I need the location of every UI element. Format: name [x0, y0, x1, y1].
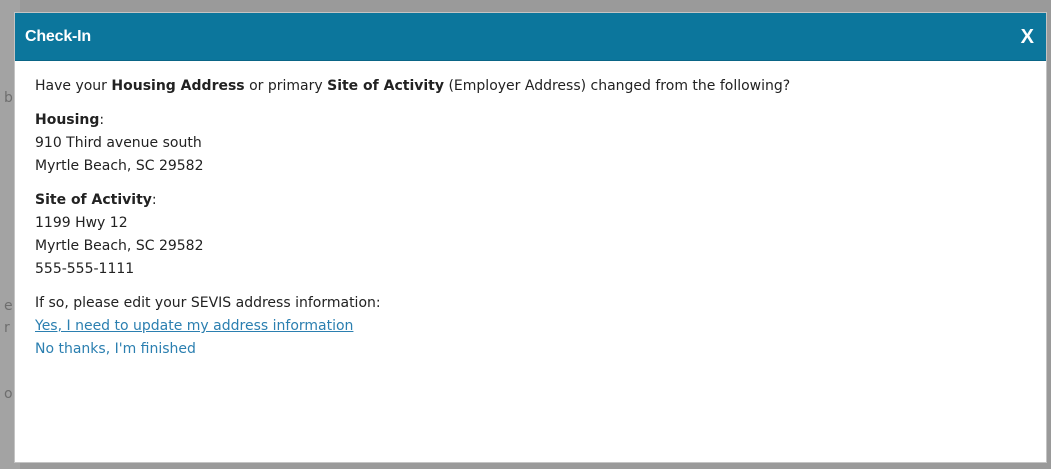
housing-section: Housing: 910 Third avenue south Myrtle B…: [35, 109, 1046, 178]
site-label: Site of Activity: [35, 192, 152, 208]
site-colon: :: [151, 192, 157, 208]
site-heading: Site of Activity:: [35, 189, 1046, 212]
address-question: Have your Housing Address or primary Sit…: [35, 75, 1046, 98]
housing-address-line: 910 Third avenue south: [35, 135, 202, 151]
housing-colon: :: [99, 112, 105, 128]
housing-address-line: Myrtle Beach, SC 29582: [35, 158, 204, 174]
background-text-fragment: e: [4, 298, 13, 314]
background-text-fragment: b: [4, 90, 13, 106]
housing-address-term: Housing Address: [111, 78, 245, 94]
dialog-content: Have your Housing Address or primary Sit…: [15, 61, 1046, 361]
site-phone-line: 555-555-1111: [35, 261, 135, 277]
background-text-fragment: o: [4, 386, 13, 402]
dialog-titlebar: Check-In X: [15, 13, 1046, 61]
site-address-line: 1199 Hwy 12: [35, 215, 128, 231]
instruction-text: If so, please edit your SEVIS address in…: [35, 295, 381, 311]
housing-heading: Housing:: [35, 109, 1046, 132]
check-in-dialog: Check-In X Have your Housing Address or …: [14, 12, 1047, 463]
close-button[interactable]: X: [1015, 25, 1040, 49]
site-address-line: Myrtle Beach, SC 29582: [35, 238, 204, 254]
site-of-activity-section: Site of Activity: 1199 Hwy 12 Myrtle Bea…: [35, 189, 1046, 281]
question-suffix: (Employer Address) changed from the foll…: [444, 78, 791, 94]
update-address-link[interactable]: Yes, I need to update my address informa…: [35, 315, 353, 338]
question-prefix: Have your: [35, 78, 112, 94]
question-middle: or primary: [244, 78, 328, 94]
background-text-fragment: r: [4, 320, 10, 336]
housing-label: Housing: [35, 112, 100, 128]
site-of-activity-term: Site of Activity: [327, 78, 445, 94]
dialog-title: Check-In: [25, 27, 91, 45]
finished-link[interactable]: No thanks, I'm finished: [35, 338, 196, 361]
